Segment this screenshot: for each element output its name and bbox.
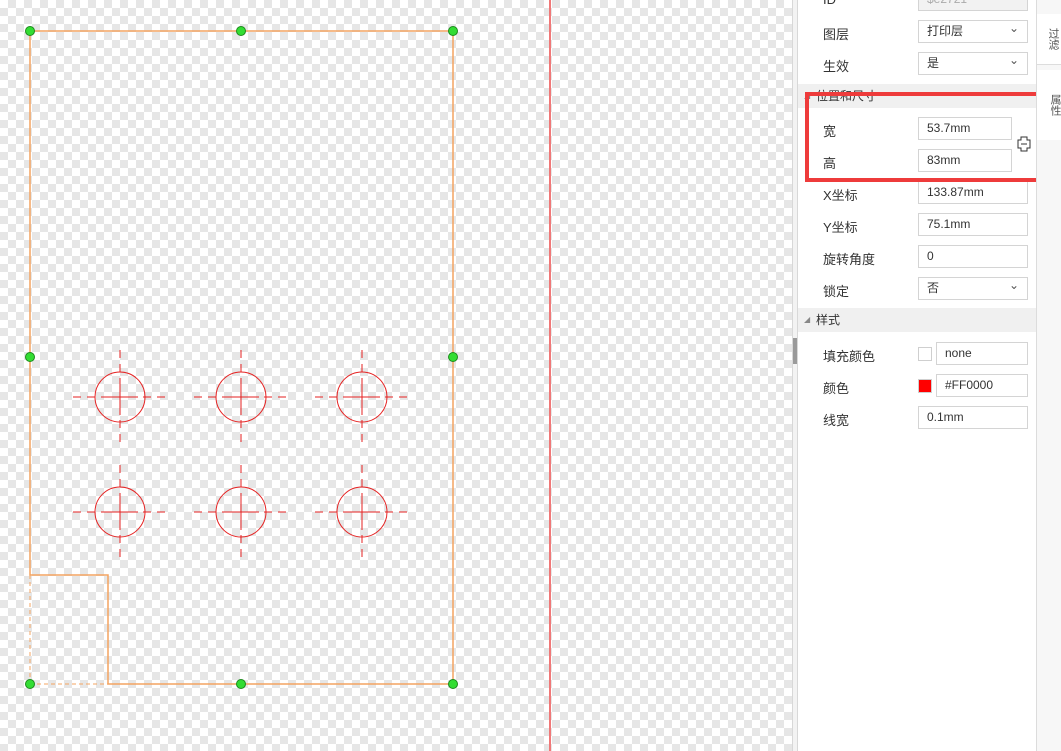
resize-handle[interactable]: [25, 26, 35, 36]
collapse-arrow-icon[interactable]: [793, 338, 797, 364]
linewidth-label: 线宽: [823, 413, 850, 428]
stroke-color-swatch[interactable]: [918, 379, 932, 393]
lock-select[interactable]: 否: [918, 275, 1028, 300]
x-input[interactable]: 133.87mm: [918, 181, 1028, 204]
canvas-drawing[interactable]: [0, 0, 792, 751]
resize-handle[interactable]: [236, 26, 246, 36]
lock-row: 锁定 否: [798, 273, 1036, 305]
hole-target-icon[interactable]: [315, 350, 409, 444]
resize-handle[interactable]: [448, 679, 458, 689]
resize-cursor-icon: [1017, 136, 1031, 152]
rotation-label: 旋转角度: [823, 252, 876, 267]
resize-handle[interactable]: [25, 352, 35, 362]
fill-row: 填充颜色 none: [798, 338, 1036, 370]
hole-target-icon[interactable]: [194, 350, 288, 444]
layer-select[interactable]: 打印层: [918, 18, 1028, 43]
hole-target-icon[interactable]: [73, 350, 167, 444]
id-row: ID $e2721: [798, 0, 1036, 16]
section-title: 样式: [816, 313, 841, 327]
fill-color-swatch[interactable]: [918, 347, 932, 361]
color-row: 颜色 #FF0000: [798, 370, 1036, 402]
side-tab-bar: 过滤 属性: [1036, 0, 1061, 751]
enabled-label: 生效: [823, 59, 850, 74]
annotation-highlight-box: [805, 92, 1047, 182]
hole-target-icon[interactable]: [315, 465, 409, 559]
enabled-row: 生效 是: [798, 48, 1036, 80]
resize-handle[interactable]: [448, 26, 458, 36]
enabled-select[interactable]: 是: [918, 50, 1028, 75]
id-field: $e2721: [918, 0, 1028, 11]
layer-label: 图层: [823, 27, 850, 42]
tab-properties[interactable]: 属性: [1037, 70, 1061, 140]
tab-filter[interactable]: 过滤: [1037, 14, 1061, 65]
x-label: X坐标: [823, 188, 858, 203]
mounting-holes[interactable]: [73, 350, 409, 559]
rotation-input[interactable]: 0: [918, 245, 1028, 268]
hole-target-icon[interactable]: [73, 465, 167, 559]
color-label: 颜色: [823, 381, 850, 396]
resize-handle[interactable]: [25, 679, 35, 689]
id-label: ID: [823, 0, 836, 7]
lock-label: 锁定: [823, 284, 850, 299]
color-input[interactable]: #FF0000: [936, 374, 1028, 397]
linewidth-row: 线宽 0.1mm: [798, 402, 1036, 434]
resize-handle[interactable]: [236, 679, 246, 689]
y-label: Y坐标: [823, 220, 858, 235]
resize-handle[interactable]: [448, 352, 458, 362]
hole-target-icon[interactable]: [194, 465, 288, 559]
fill-input[interactable]: none: [936, 342, 1028, 365]
linewidth-input[interactable]: 0.1mm: [918, 406, 1028, 429]
rotation-row: 旋转角度 0: [798, 241, 1036, 273]
y-row: Y坐标 75.1mm: [798, 209, 1036, 241]
fill-label: 填充颜色: [823, 349, 876, 364]
collapse-triangle-icon: ◢: [804, 315, 811, 324]
y-input[interactable]: 75.1mm: [918, 213, 1028, 236]
layer-row: 图层 打印层: [798, 16, 1036, 48]
design-canvas[interactable]: [0, 0, 792, 751]
section-style[interactable]: ◢ 样式: [798, 308, 1036, 332]
